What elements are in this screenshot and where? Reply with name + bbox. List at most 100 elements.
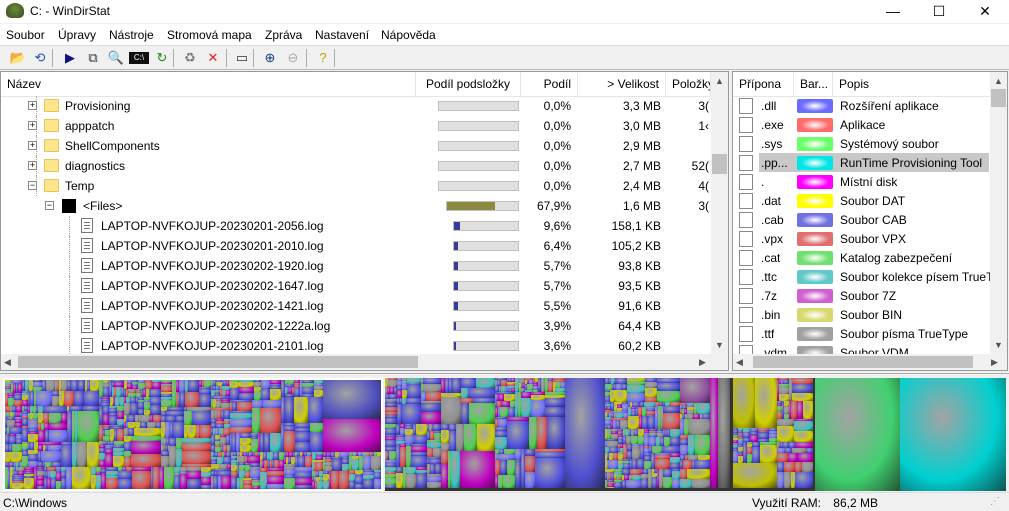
treemap-cell[interactable]: [200, 425, 211, 438]
extension-row[interactable]: .exe Aplikace: [733, 115, 990, 134]
treemap-cell[interactable]: [185, 392, 199, 407]
treemap-cell[interactable]: [374, 472, 381, 479]
treemap-cell[interactable]: [750, 435, 758, 442]
treemap-cell[interactable]: [710, 378, 718, 488]
extension-row[interactable]: .cat Katalog zabezpečení: [733, 248, 990, 267]
treemap-cell[interactable]: [788, 453, 798, 462]
treemap-cell[interactable]: [507, 421, 529, 449]
resize-grip-icon[interactable]: ⋰: [990, 496, 1000, 507]
treemap-cell[interactable]: [331, 471, 339, 489]
tree-vertical-scrollbar[interactable]: ▲ ▼: [711, 72, 728, 354]
treemap-cell[interactable]: [477, 424, 495, 451]
treemap-cell[interactable]: [124, 442, 131, 451]
treemap-cell[interactable]: [545, 398, 565, 407]
treemap-cell[interactable]: [169, 438, 176, 446]
column-extension[interactable]: Přípona: [733, 72, 794, 96]
treemap-cell[interactable]: [663, 406, 680, 413]
treemap-cell[interactable]: [295, 485, 312, 489]
treemap-cell[interactable]: [308, 397, 323, 423]
menu-nastroje[interactable]: Nástroje: [109, 28, 154, 42]
treemap-cell[interactable]: [421, 412, 441, 424]
treemap-cell[interactable]: [449, 424, 456, 431]
treemap-cell[interactable]: [500, 407, 508, 417]
treemap-cell[interactable]: [461, 388, 468, 398]
treemap-cell[interactable]: [535, 458, 565, 488]
treemap-cell[interactable]: [688, 435, 695, 455]
treemap-cell[interactable]: [644, 461, 651, 469]
treemap-cell[interactable]: [609, 460, 618, 469]
maximize-button[interactable]: ☐: [916, 0, 962, 23]
treemap-cell[interactable]: [7, 420, 15, 427]
treemap-cell[interactable]: [260, 472, 267, 489]
treemap-cell[interactable]: [180, 474, 187, 489]
treemap-cell[interactable]: [90, 380, 99, 391]
treemap-cell[interactable]: [607, 487, 614, 488]
treemap-cell[interactable]: [784, 472, 791, 488]
treemap-cell[interactable]: [632, 448, 640, 459]
treemap-cell[interactable]: [270, 433, 281, 452]
treemap-cell[interactable]: [695, 460, 710, 469]
extension-row[interactable]: .vpx Soubor VPX: [733, 229, 990, 248]
expander-minus-icon[interactable]: −: [45, 201, 54, 210]
treemap-cell[interactable]: [252, 408, 260, 433]
treemap-cell[interactable]: [416, 473, 427, 488]
extension-row[interactable]: .ttf Soubor písma TrueType: [733, 324, 990, 343]
treemap-cell[interactable]: [260, 408, 281, 433]
treemap-cell[interactable]: [449, 431, 456, 451]
treemap-cell[interactable]: [152, 382, 161, 389]
tree-row[interactable]: LAPTOP-NVFKOJUP-20230201-2056.log 9,6% 158…: [1, 216, 711, 236]
extension-row[interactable]: .dat Soubor DAT: [733, 191, 990, 210]
extension-row[interactable]: .bin Soubor BIN: [733, 305, 990, 324]
column-subfolder-share[interactable]: Podíl podsložky: [416, 72, 521, 96]
treemap-cell[interactable]: [77, 442, 87, 467]
treemap-cell[interactable]: [385, 485, 396, 488]
treemap-cell[interactable]: [363, 479, 374, 489]
treemap-cell[interactable]: [794, 421, 813, 431]
treemap-cell[interactable]: [323, 419, 381, 452]
treemap-cell[interactable]: [201, 485, 211, 489]
treemap-cell[interactable]: [230, 388, 239, 400]
treemap-cell[interactable]: [680, 469, 687, 479]
hscroll-thumb[interactable]: [18, 356, 418, 368]
treemap-cell[interactable]: [405, 435, 414, 444]
tree-row[interactable]: + apppatch 0,0% 3,0 MB 1‹: [1, 116, 711, 136]
toolbar-button-zoom-in[interactable]: ⊕: [260, 49, 280, 67]
treemap-cell[interactable]: [525, 456, 535, 472]
treemap-cell[interactable]: [173, 422, 184, 438]
treemap-cell[interactable]: [223, 428, 230, 435]
treemap-cell[interactable]: [620, 420, 628, 429]
extension-row[interactable]: .7z Soubor 7Z: [733, 286, 990, 305]
treemap-cell[interactable]: [188, 425, 196, 438]
treemap-cell[interactable]: [267, 484, 284, 489]
treemap-cell[interactable]: [132, 471, 151, 489]
treemap-cell[interactable]: [49, 430, 67, 442]
tree-row[interactable]: LAPTOP-NVFKOJUP-20230202-1920.log 5,7% 93,…: [1, 256, 711, 276]
treemap-cell[interactable]: [500, 460, 507, 475]
treemap-cell[interactable]: [461, 378, 476, 388]
treemap-cell[interactable]: [188, 380, 199, 392]
treemap-cell[interactable]: [537, 417, 547, 449]
treemap-cell[interactable]: [416, 424, 427, 435]
treemap-cell[interactable]: [692, 479, 710, 488]
treemap-cell[interactable]: [670, 429, 680, 437]
treemap-cell[interactable]: [476, 378, 495, 388]
treemap-cell[interactable]: [460, 451, 495, 488]
minimize-button[interactable]: —: [870, 0, 916, 23]
tree-row[interactable]: LAPTOP-NVFKOJUP-20230202-1421.log 5,5% 91,…: [1, 296, 711, 316]
toolbar-button-refresh[interactable]: ⟲: [30, 49, 50, 67]
treemap-cell[interactable]: [627, 393, 645, 402]
treemap-cell[interactable]: [680, 445, 688, 455]
treemap-cell[interactable]: [161, 456, 169, 467]
treemap-cell[interactable]: [385, 440, 396, 447]
extension-row[interactable]: .cab Soubor CAB: [733, 210, 990, 229]
treemap-cell[interactable]: [648, 416, 655, 429]
treemap-cell[interactable]: [427, 482, 441, 488]
menu-nastaveni[interactable]: Nastavení: [315, 28, 369, 42]
treemap-cell[interactable]: [779, 394, 789, 401]
treemap-cell[interactable]: [407, 385, 421, 398]
treemap-cell[interactable]: [117, 429, 124, 441]
treemap-cell[interactable]: [261, 380, 270, 389]
treemap-cell[interactable]: [503, 475, 515, 488]
treemap-cell[interactable]: [628, 418, 639, 429]
extension-row[interactable]: .sys Systémový soubor: [733, 134, 990, 153]
